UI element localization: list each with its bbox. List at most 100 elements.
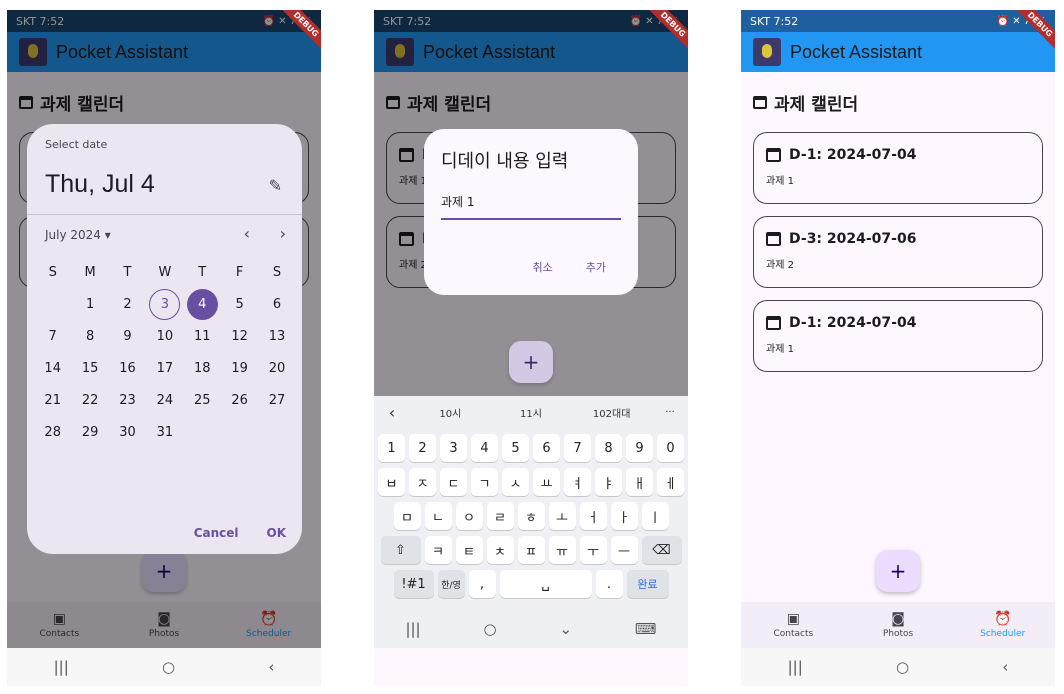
day-cell[interactable]: 27 (258, 384, 295, 416)
key[interactable]: 0 (657, 434, 684, 462)
day-cell[interactable]: 24 (146, 384, 183, 416)
home-icon[interactable]: ○ (896, 658, 909, 676)
key[interactable]: ㅎ (517, 502, 545, 530)
chevron-right-icon[interactable]: › (280, 224, 286, 243)
chevron-left-icon[interactable]: ‹ (244, 224, 250, 243)
nav-contacts[interactable]: ▣ Contacts (741, 602, 846, 648)
cancel-button[interactable]: Cancel (194, 526, 239, 540)
key[interactable]: ㅓ (579, 502, 607, 530)
key[interactable]: ㅈ (409, 468, 436, 496)
key[interactable]: ㅜ (579, 536, 607, 564)
day-cell[interactable]: 19 (221, 352, 258, 384)
dday-card[interactable]: D-3: 2024-07-06 과제 2 (753, 216, 1043, 288)
day-cell[interactable]: 28 (34, 416, 71, 448)
suggestion[interactable]: 102대대 (571, 405, 652, 420)
key[interactable]: 2 (409, 434, 436, 462)
day-cell[interactable]: 2 (109, 288, 146, 320)
chevron-left-icon[interactable]: ‹ (374, 403, 410, 422)
recent-apps-icon[interactable]: ||| (54, 658, 69, 676)
keyboard-icon[interactable]: ⌨ (635, 620, 657, 638)
day-cell[interactable]: 22 (71, 384, 108, 416)
key[interactable]: ㅣ (641, 502, 669, 530)
dday-card[interactable]: D-1: 2024-07-04 과제 1 (753, 132, 1043, 204)
nav-scheduler[interactable]: ⏰ Scheduler (950, 602, 1055, 648)
key[interactable]: ㅠ (548, 536, 576, 564)
symbols-key[interactable]: !#1 (393, 570, 434, 598)
key[interactable]: ㅅ (502, 468, 529, 496)
key[interactable]: ㅍ (517, 536, 545, 564)
language-key[interactable]: 한/영 (437, 570, 465, 598)
key[interactable]: ㅋ (424, 536, 452, 564)
key[interactable]: ㅛ (533, 468, 560, 496)
day-cell[interactable]: 26 (221, 384, 258, 416)
day-cell[interactable]: 8 (71, 320, 108, 352)
key[interactable]: ㅏ (610, 502, 638, 530)
key[interactable]: ㄹ (486, 502, 514, 530)
key[interactable]: ㅕ (564, 468, 591, 496)
more-icon[interactable]: ··· (652, 407, 688, 418)
day-cell[interactable]: 11 (184, 320, 221, 352)
day-cell[interactable]: 9 (109, 320, 146, 352)
day-cell[interactable]: 29 (71, 416, 108, 448)
key[interactable]: ㅊ (486, 536, 514, 564)
key[interactable]: ㅌ (455, 536, 483, 564)
key[interactable]: 3 (440, 434, 467, 462)
day-cell[interactable]: 3 (146, 288, 183, 320)
day-cell[interactable]: 16 (109, 352, 146, 384)
back-icon[interactable]: ‹ (268, 658, 274, 676)
day-cell[interactable]: 31 (146, 416, 183, 448)
home-icon[interactable]: ○ (483, 620, 496, 638)
day-cell[interactable]: 17 (146, 352, 183, 384)
key[interactable]: 4 (471, 434, 498, 462)
day-cell[interactable]: 25 (184, 384, 221, 416)
key[interactable]: ㅂ (378, 468, 405, 496)
day-cell[interactable]: 13 (258, 320, 295, 352)
period-key[interactable]: . (595, 570, 623, 598)
day-cell[interactable]: 12 (221, 320, 258, 352)
key[interactable]: 6 (533, 434, 560, 462)
day-cell[interactable]: 10 (146, 320, 183, 352)
nav-photos[interactable]: ◙ Photos (846, 602, 951, 648)
dday-text-field[interactable]: 과제 1 (441, 193, 621, 220)
day-cell[interactable]: 18 (184, 352, 221, 384)
key[interactable]: ㅇ (455, 502, 483, 530)
day-cell[interactable]: 7 (34, 320, 71, 352)
day-cell[interactable]: 1 (71, 288, 108, 320)
key[interactable]: ㄷ (440, 468, 467, 496)
recent-apps-icon[interactable]: ||| (788, 658, 803, 676)
done-key[interactable]: 완료 (626, 570, 669, 598)
key[interactable]: ㅔ (657, 468, 684, 496)
key[interactable]: ㄱ (471, 468, 498, 496)
day-cell[interactable]: 23 (109, 384, 146, 416)
add-fab-button[interactable]: + (509, 341, 553, 383)
key[interactable]: 5 (502, 434, 529, 462)
recent-apps-icon[interactable]: ||| (405, 620, 420, 638)
key[interactable]: 1 (378, 434, 405, 462)
shift-key-icon[interactable]: ⇧ (380, 536, 421, 564)
month-year-dropdown[interactable]: July 2024 ▾ (45, 228, 111, 242)
day-cell[interactable]: 4 (184, 288, 221, 320)
day-cell[interactable]: 5 (221, 288, 258, 320)
day-cell[interactable]: 6 (258, 288, 295, 320)
key[interactable]: ㅗ (548, 502, 576, 530)
comma-key[interactable]: , (468, 570, 496, 598)
space-key[interactable]: ␣ (499, 570, 592, 598)
key[interactable]: 8 (595, 434, 622, 462)
key[interactable]: ㅐ (626, 468, 653, 496)
key[interactable]: ㅡ (610, 536, 638, 564)
day-cell[interactable]: 20 (258, 352, 295, 384)
day-cell[interactable]: 21 (34, 384, 71, 416)
back-icon[interactable]: ‹ (1002, 658, 1008, 676)
key[interactable]: ㅑ (595, 468, 622, 496)
edit-pencil-icon[interactable]: ✎ (269, 176, 282, 195)
dday-card[interactable]: D-1: 2024-07-04 과제 1 (753, 300, 1043, 372)
key[interactable]: ㄴ (424, 502, 452, 530)
backspace-key-icon[interactable]: ⌫ (641, 536, 682, 564)
key[interactable]: 7 (564, 434, 591, 462)
key[interactable]: ㅁ (393, 502, 421, 530)
ok-button[interactable]: OK (267, 526, 287, 540)
key[interactable]: 9 (626, 434, 653, 462)
day-cell[interactable]: 14 (34, 352, 71, 384)
chevron-down-icon[interactable]: ⌄ (559, 620, 572, 638)
suggestion[interactable]: 10시 (410, 405, 491, 420)
